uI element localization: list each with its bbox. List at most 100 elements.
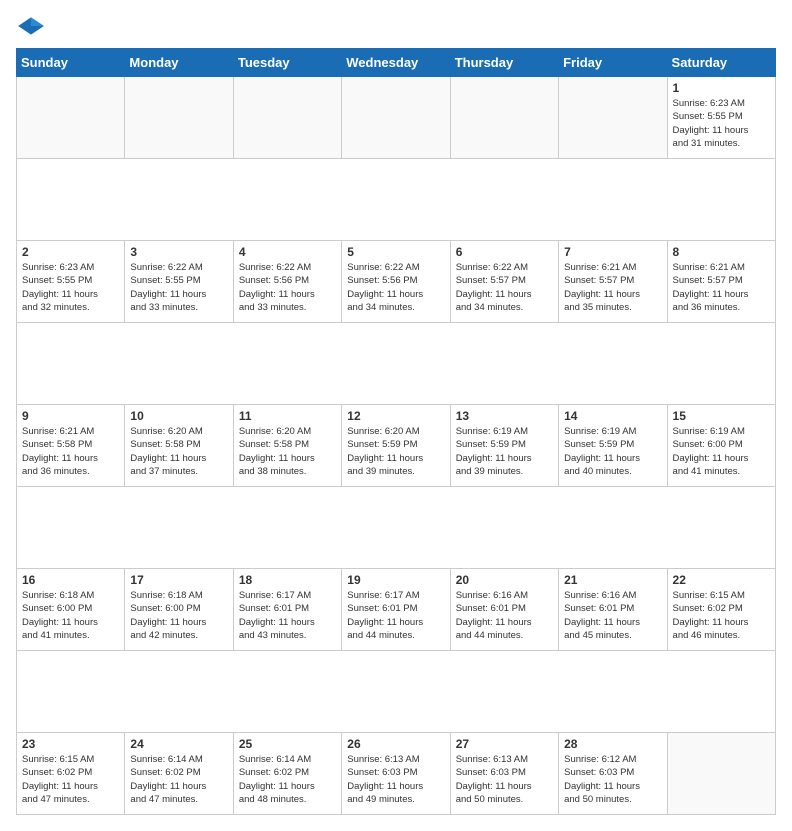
calendar-table: SundayMondayTuesdayWednesdayThursdayFrid… <box>16 48 776 815</box>
calendar-cell: 22 Sunrise: 6:15 AM Sunset: 6:02 PM Dayli… <box>667 569 775 651</box>
day-info: Sunrise: 6:13 AM Sunset: 6:03 PM Dayligh… <box>347 753 444 806</box>
week-spacer-row <box>17 651 776 733</box>
day-number: 9 <box>22 409 119 423</box>
calendar-cell: 20 Sunrise: 6:16 AM Sunset: 6:01 PM Dayli… <box>450 569 558 651</box>
week-spacer <box>17 159 776 241</box>
day-number: 26 <box>347 737 444 751</box>
day-info: Sunrise: 6:21 AM Sunset: 5:57 PM Dayligh… <box>564 261 661 314</box>
day-info: Sunrise: 6:12 AM Sunset: 6:03 PM Dayligh… <box>564 753 661 806</box>
calendar-cell: 5 Sunrise: 6:22 AM Sunset: 5:56 PM Daylig… <box>342 241 450 323</box>
weekday-header: Tuesday <box>233 49 341 77</box>
calendar-cell: 23 Sunrise: 6:15 AM Sunset: 6:02 PM Dayli… <box>17 733 125 815</box>
calendar-cell: 3 Sunrise: 6:22 AM Sunset: 5:55 PM Daylig… <box>125 241 233 323</box>
day-number: 17 <box>130 573 227 587</box>
calendar-cell: 26 Sunrise: 6:13 AM Sunset: 6:03 PM Dayli… <box>342 733 450 815</box>
weekday-header: Saturday <box>667 49 775 77</box>
calendar-cell: 1Sunrise: 6:23 AM Sunset: 5:55 PM Daylig… <box>667 77 775 159</box>
week-spacer-row <box>17 159 776 241</box>
calendar-cell: 9Sunrise: 6:21 AM Sunset: 5:58 PM Daylig… <box>17 405 125 487</box>
calendar-cell: 14Sunrise: 6:19 AM Sunset: 5:59 PM Dayli… <box>559 405 667 487</box>
day-info: Sunrise: 6:22 AM Sunset: 5:56 PM Dayligh… <box>239 261 336 314</box>
day-number: 28 <box>564 737 661 751</box>
day-info: Sunrise: 6:13 AM Sunset: 6:03 PM Dayligh… <box>456 753 553 806</box>
calendar-cell: 12Sunrise: 6:20 AM Sunset: 5:59 PM Dayli… <box>342 405 450 487</box>
calendar-cell: 8 Sunrise: 6:21 AM Sunset: 5:57 PM Daylig… <box>667 241 775 323</box>
calendar-cell: 2Sunrise: 6:23 AM Sunset: 5:55 PM Daylig… <box>17 241 125 323</box>
day-number: 13 <box>456 409 553 423</box>
day-info: Sunrise: 6:19 AM Sunset: 6:00 PM Dayligh… <box>673 425 770 478</box>
calendar-week-row: 16 Sunrise: 6:18 AM Sunset: 6:00 PM Dayli… <box>17 569 776 651</box>
day-info: Sunrise: 6:17 AM Sunset: 6:01 PM Dayligh… <box>347 589 444 642</box>
calendar-cell: 15 Sunrise: 6:19 AM Sunset: 6:00 PM Dayli… <box>667 405 775 487</box>
calendar-cell: 25 Sunrise: 6:14 AM Sunset: 6:02 PM Dayli… <box>233 733 341 815</box>
day-number: 16 <box>22 573 119 587</box>
weekday-header: Monday <box>125 49 233 77</box>
day-number: 20 <box>456 573 553 587</box>
day-info: Sunrise: 6:16 AM Sunset: 6:01 PM Dayligh… <box>564 589 661 642</box>
calendar-cell: 27 Sunrise: 6:13 AM Sunset: 6:03 PM Dayli… <box>450 733 558 815</box>
day-number: 23 <box>22 737 119 751</box>
day-info: Sunrise: 6:18 AM Sunset: 6:00 PM Dayligh… <box>130 589 227 642</box>
day-number: 5 <box>347 245 444 259</box>
day-info: Sunrise: 6:15 AM Sunset: 6:02 PM Dayligh… <box>22 753 119 806</box>
day-number: 4 <box>239 245 336 259</box>
calendar-cell: 4 Sunrise: 6:22 AM Sunset: 5:56 PM Daylig… <box>233 241 341 323</box>
day-info: Sunrise: 6:19 AM Sunset: 5:59 PM Dayligh… <box>456 425 553 478</box>
calendar-cell: 21 Sunrise: 6:16 AM Sunset: 6:01 PM Dayli… <box>559 569 667 651</box>
day-info: Sunrise: 6:22 AM Sunset: 5:57 PM Dayligh… <box>456 261 553 314</box>
day-number: 3 <box>130 245 227 259</box>
day-number: 22 <box>673 573 770 587</box>
logo <box>16 16 50 36</box>
day-number: 27 <box>456 737 553 751</box>
day-info: Sunrise: 6:20 AM Sunset: 5:58 PM Dayligh… <box>239 425 336 478</box>
day-info: Sunrise: 6:20 AM Sunset: 5:59 PM Dayligh… <box>347 425 444 478</box>
week-spacer <box>17 487 776 569</box>
calendar-cell: 11 Sunrise: 6:20 AM Sunset: 5:58 PM Dayli… <box>233 405 341 487</box>
day-number: 21 <box>564 573 661 587</box>
logo-icon <box>16 16 46 36</box>
day-info: Sunrise: 6:20 AM Sunset: 5:58 PM Dayligh… <box>130 425 227 478</box>
week-spacer-row <box>17 323 776 405</box>
day-number: 11 <box>239 409 336 423</box>
day-info: Sunrise: 6:23 AM Sunset: 5:55 PM Dayligh… <box>22 261 119 314</box>
calendar-cell <box>450 77 558 159</box>
day-info: Sunrise: 6:21 AM Sunset: 5:57 PM Dayligh… <box>673 261 770 314</box>
calendar-cell <box>559 77 667 159</box>
week-spacer <box>17 651 776 733</box>
weekday-header: Sunday <box>17 49 125 77</box>
calendar-week-row: 9Sunrise: 6:21 AM Sunset: 5:58 PM Daylig… <box>17 405 776 487</box>
day-info: Sunrise: 6:19 AM Sunset: 5:59 PM Dayligh… <box>564 425 661 478</box>
calendar-cell <box>17 77 125 159</box>
day-info: Sunrise: 6:14 AM Sunset: 6:02 PM Dayligh… <box>130 753 227 806</box>
calendar-cell: 16 Sunrise: 6:18 AM Sunset: 6:00 PM Dayli… <box>17 569 125 651</box>
calendar-cell: 17 Sunrise: 6:18 AM Sunset: 6:00 PM Dayli… <box>125 569 233 651</box>
week-spacer <box>17 323 776 405</box>
calendar-cell: 6 Sunrise: 6:22 AM Sunset: 5:57 PM Daylig… <box>450 241 558 323</box>
calendar-week-row: 2Sunrise: 6:23 AM Sunset: 5:55 PM Daylig… <box>17 241 776 323</box>
day-number: 7 <box>564 245 661 259</box>
calendar-cell: 24 Sunrise: 6:14 AM Sunset: 6:02 PM Dayli… <box>125 733 233 815</box>
day-info: Sunrise: 6:22 AM Sunset: 5:55 PM Dayligh… <box>130 261 227 314</box>
day-number: 1 <box>673 81 770 95</box>
calendar-cell <box>233 77 341 159</box>
day-info: Sunrise: 6:22 AM Sunset: 5:56 PM Dayligh… <box>347 261 444 314</box>
calendar-cell: 10Sunrise: 6:20 AM Sunset: 5:58 PM Dayli… <box>125 405 233 487</box>
day-number: 18 <box>239 573 336 587</box>
weekday-header: Friday <box>559 49 667 77</box>
day-info: Sunrise: 6:14 AM Sunset: 6:02 PM Dayligh… <box>239 753 336 806</box>
day-info: Sunrise: 6:17 AM Sunset: 6:01 PM Dayligh… <box>239 589 336 642</box>
calendar-cell <box>667 733 775 815</box>
weekday-header: Thursday <box>450 49 558 77</box>
calendar-cell: 19Sunrise: 6:17 AM Sunset: 6:01 PM Dayli… <box>342 569 450 651</box>
day-number: 24 <box>130 737 227 751</box>
day-number: 8 <box>673 245 770 259</box>
day-info: Sunrise: 6:16 AM Sunset: 6:01 PM Dayligh… <box>456 589 553 642</box>
calendar-cell <box>125 77 233 159</box>
day-info: Sunrise: 6:15 AM Sunset: 6:02 PM Dayligh… <box>673 589 770 642</box>
day-number: 15 <box>673 409 770 423</box>
day-number: 6 <box>456 245 553 259</box>
day-info: Sunrise: 6:18 AM Sunset: 6:00 PM Dayligh… <box>22 589 119 642</box>
day-number: 25 <box>239 737 336 751</box>
calendar-week-row: 23 Sunrise: 6:15 AM Sunset: 6:02 PM Dayli… <box>17 733 776 815</box>
weekday-header-row: SundayMondayTuesdayWednesdayThursdayFrid… <box>17 49 776 77</box>
